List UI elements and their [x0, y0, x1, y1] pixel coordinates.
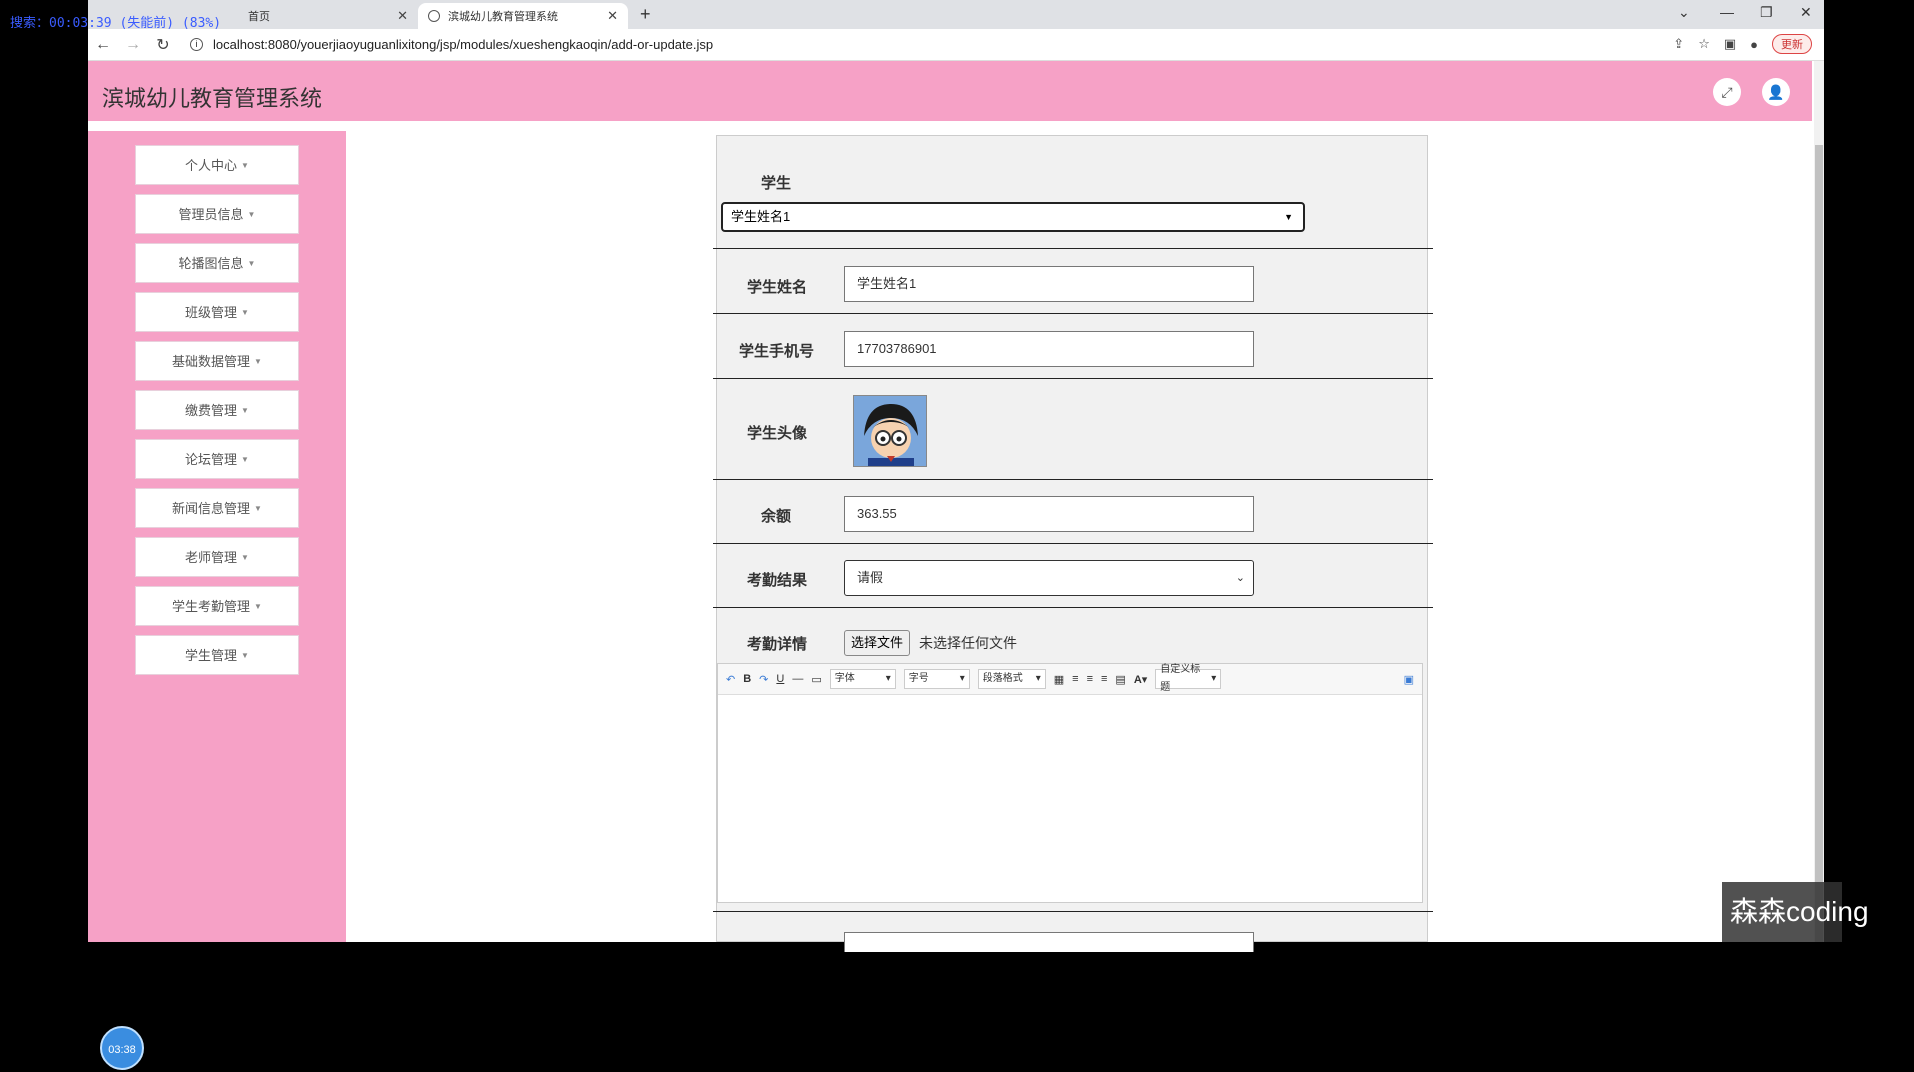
sidebar-item-carousel[interactable]: 轮播图信息 ▼ [135, 243, 299, 283]
browser-window: 首页 ✕ 滨城幼儿教育管理系统 ✕ + ⌄ — ❐ ✕ ← → ↻ i loca… [88, 0, 1824, 1070]
sidebar-item-student[interactable]: 学生管理 ▼ [135, 635, 299, 675]
divider [713, 248, 1433, 249]
restore-icon[interactable]: ❐ [1760, 4, 1773, 21]
sidepanel-icon[interactable]: ▣ [1724, 36, 1736, 52]
student-select-value: 学生姓名1 [731, 209, 791, 224]
chevron-down-icon[interactable]: ⌄ [1678, 4, 1690, 21]
reload-icon[interactable]: ↻ [148, 35, 178, 55]
tab-label: 首页 [248, 11, 270, 23]
choose-file-button[interactable]: 选择文件 [844, 630, 911, 656]
address-bar: ← → ↻ i localhost:8080/youerjiaoyuguanli… [88, 29, 1824, 61]
align-justify-icon[interactable]: ▤ [1115, 673, 1125, 686]
new-tab-icon[interactable]: + [640, 4, 651, 25]
url-field[interactable]: i localhost:8080/youerjiaoyuguanlixitong… [190, 37, 713, 52]
align-center-icon[interactable]: ≡ [1101, 673, 1107, 685]
chevron-down-icon: ▼ [1284, 212, 1293, 222]
name-input[interactable]: 学生姓名1 [844, 266, 1254, 302]
star-icon[interactable]: ☆ [1698, 36, 1710, 52]
site-icon [428, 10, 440, 22]
sidebar-item-admin-info[interactable]: 管理员信息 ▼ [135, 194, 299, 234]
profile-icon[interactable]: ● [1750, 37, 1758, 52]
chevron-down-icon: ⌄ [1235, 572, 1245, 584]
sidebar: 个人中心 ▼ 管理员信息 ▼ 轮播图信息 ▼ 班级管理 ▼ 基础数据管理 ▼ 缴费管理 ▼ … [88, 131, 346, 1070]
balance-input[interactable]: 363.55 [844, 496, 1254, 532]
sidebar-item-teacher[interactable]: 老师管理 ▼ [135, 537, 299, 577]
student-label: 学生 [761, 175, 792, 192]
phone-label: 学生手机号 [739, 343, 815, 360]
update-button[interactable]: 更新 [1772, 34, 1812, 54]
underline-icon[interactable]: U [776, 673, 784, 685]
fullscreen-editor-icon[interactable]: ▣ [1404, 673, 1414, 686]
divider [713, 479, 1433, 480]
divider [713, 607, 1433, 608]
minimize-icon[interactable]: — [1720, 4, 1734, 20]
balance-label: 余额 [761, 508, 792, 525]
back-icon[interactable]: ← [88, 36, 118, 54]
file-status: 未选择任何文件 [919, 635, 1017, 651]
size-select[interactable]: 字号 ▾ [903, 669, 970, 689]
tab-bar: 首页 ✕ 滨城幼儿教育管理系统 ✕ + ⌄ — ❐ ✕ [88, 0, 1824, 29]
page-title: 滨城幼儿教育管理系统 [102, 86, 323, 111]
clock-badge: 03:38 [100, 1026, 144, 1070]
tab-active[interactable]: 滨城幼儿教育管理系统 ✕ [418, 3, 628, 29]
watermark: 森森coding [1722, 882, 1869, 942]
paste-icon[interactable]: ▭ [811, 673, 821, 686]
sidebar-item-attendance[interactable]: 学生考勤管理 ▼ [135, 586, 299, 626]
font-select[interactable]: 字体 ▾ [829, 669, 896, 689]
detail-label: 考勤详情 [747, 636, 808, 653]
sidebar-item-personal-center[interactable]: 个人中心 ▼ [135, 145, 299, 185]
sidebar-item-news[interactable]: 新闻信息管理 ▼ [135, 488, 299, 528]
window-close-icon[interactable]: ✕ [1800, 4, 1812, 21]
url-text: localhost:8080/youerjiaoyuguanlixitong/j… [213, 37, 714, 52]
result-label: 考勤结果 [747, 572, 808, 589]
horizontal-rule-icon[interactable]: — [792, 673, 803, 685]
result-select-value: 请假 [857, 570, 884, 585]
table-icon[interactable]: ▦ [1054, 673, 1064, 686]
paragraph-select[interactable]: 段落格式 ▾ [977, 669, 1046, 689]
recorder-overlay: 搜索：00:03:39 (失能前) (83%) [10, 16, 222, 31]
sidebar-item-class[interactable]: 班级管理 ▼ [135, 292, 299, 332]
close-icon[interactable]: ✕ [607, 8, 618, 24]
undo-icon[interactable]: ↶ [726, 673, 735, 686]
font-color-icon[interactable]: A▾ [1134, 673, 1147, 686]
divider [713, 911, 1433, 912]
tab-label: 滨城幼儿教育管理系统 [448, 11, 558, 23]
sidebar-item-basic-data[interactable]: 基础数据管理 ▼ [135, 341, 299, 381]
custom-title-select[interactable]: 自定义标题 ▾ [1155, 664, 1222, 693]
app-header: 滨城幼儿教育管理系统 ⤢ 👤 [88, 61, 1812, 121]
redo-icon[interactable]: ↷ [759, 673, 768, 686]
avatar-label: 学生头像 [747, 425, 808, 442]
student-select[interactable]: 学生姓名1 ▼ [721, 202, 1305, 232]
fullscreen-icon[interactable]: ⤢ [1713, 78, 1741, 106]
scrollbar-thumb[interactable] [1815, 145, 1823, 942]
info-icon[interactable]: i [190, 38, 203, 51]
result-select[interactable]: 请假 ⌄ [844, 560, 1254, 596]
editor-toolbar: ↶ B ↷ U — ▭ 字体 ▾ 字号 ▾ 段落格式 ▾ ▦ ≡ ≡ ≡ ▤ A▾ 自… [718, 664, 1422, 695]
align-right-icon[interactable]: ≡ [1087, 673, 1093, 685]
forward-icon[interactable]: → [118, 36, 148, 54]
close-icon[interactable]: ✕ [397, 8, 408, 24]
bold-icon[interactable]: B [743, 673, 751, 685]
sidebar-item-payment[interactable]: 缴费管理 ▼ [135, 390, 299, 430]
share-icon[interactable]: ⇪ [1673, 36, 1684, 52]
name-label: 学生姓名 [747, 279, 808, 296]
divider [713, 543, 1433, 544]
next-field-input[interactable] [844, 932, 1254, 952]
rich-text-editor[interactable]: ↶ B ↷ U — ▭ 字体 ▾ 字号 ▾ 段落格式 ▾ ▦ ≡ ≡ ≡ ▤ A▾ 自… [717, 663, 1423, 903]
sidebar-item-forum[interactable]: 论坛管理 ▼ [135, 439, 299, 479]
divider [713, 378, 1433, 379]
student-avatar[interactable] [853, 395, 927, 467]
phone-input[interactable]: 17703786901 [844, 331, 1254, 367]
divider [713, 313, 1433, 314]
attendance-form: 学生 学生姓名1 ▼ 学生姓名 学生姓名1 学生手机号 17703786901 … [713, 135, 1433, 952]
user-icon[interactable]: 👤 [1762, 78, 1790, 106]
scrollbar[interactable] [1814, 61, 1824, 942]
align-left-icon[interactable]: ≡ [1072, 673, 1078, 685]
